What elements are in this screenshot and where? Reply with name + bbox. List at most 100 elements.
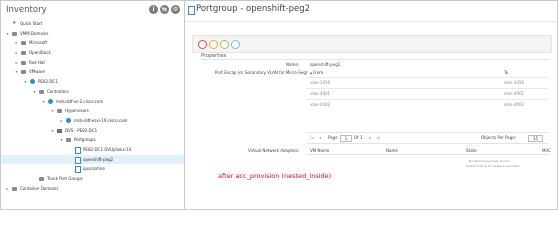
folder-icon — [39, 89, 44, 94]
tree-item-label: Microsoft — [29, 40, 48, 46]
state-column-header[interactable]: State — [466, 148, 477, 153]
page-title: Portgroup - openshift-peg2 — [196, 4, 311, 14]
annotation-text: after acc_provision (nested_inside) — [218, 172, 332, 180]
tree-item[interactable]: ▸ OpenStack — [1, 48, 184, 58]
window: Inventory i ⇆ ⚙ ★ Quick Start ▾ VMM Domains… — [0, 0, 558, 210]
encap-from-cell: vlan-4001 — [310, 91, 331, 96]
vm-name-column-header[interactable]: VM Name — [310, 148, 329, 153]
inventory-tree: ★ Quick Start ▾ VMM Domains ▸ Microsoft ▸ OpenS… — [1, 19, 184, 193]
chevron-right-icon[interactable]: ▸ — [14, 48, 19, 58]
first-page-icon[interactable]: |◂ — [310, 135, 313, 140]
folder-icon — [12, 186, 17, 191]
prev-page-icon[interactable]: ◂ — [319, 135, 321, 140]
name-column-header[interactable]: Name — [386, 148, 398, 153]
tree-item[interactable]: ▾ VMM Domains — [1, 29, 184, 39]
tree-item-label: PE82-DC1-DVUplinks-14 — [83, 146, 132, 152]
tree-item-label: VMware — [29, 69, 45, 75]
folder-icon — [21, 41, 26, 46]
tree-item[interactable]: ▾ PE82-DC1 — [1, 77, 184, 87]
folder-icon — [39, 177, 44, 181]
port-encap-label: Port Encap (or Secondary VLAN for Micro-… — [215, 70, 309, 75]
tree-item[interactable]: ▾ VMware — [1, 67, 184, 77]
tree-item-label: DVS - PE82-DC1 — [65, 127, 98, 133]
name-label: Name: — [286, 62, 300, 67]
encap-to-cell: vlan-3456 — [504, 80, 525, 85]
empty-state-line: Select Actions to create a new item. — [466, 164, 521, 168]
tree-item[interactable]: ▾ Portgroups — [1, 135, 184, 145]
from-column-header[interactable]: ▴ From — [310, 70, 323, 75]
warning-icon[interactable] — [209, 40, 218, 49]
next-page-icon[interactable]: ▸ — [369, 135, 371, 140]
empty-state-line: No items have been found. — [469, 159, 510, 163]
chevron-down-icon[interactable]: ▾ — [59, 135, 64, 145]
tree-item[interactable]: ▸ Red Hat — [1, 58, 184, 68]
properties-divider — [201, 59, 550, 60]
chevron-right-icon[interactable]: ▸ — [59, 116, 64, 126]
tree-item-label: openshift-peg2 — [83, 156, 114, 162]
folder-icon — [57, 109, 62, 114]
tree-item-label: OpenStack — [29, 50, 51, 56]
tree-item[interactable]: openshift-peg2 — [1, 154, 184, 165]
pagination-bar: |◂ ◂ Page 1 Of 1 ▸ ▸| Objects Per Page: … — [306, 132, 548, 144]
chevron-right-icon[interactable]: ▸ — [14, 38, 19, 48]
portgroup-icon — [75, 146, 81, 154]
tree-item-label: Container Domains — [20, 185, 59, 191]
tree-item[interactable]: ★ Quick Start — [1, 19, 184, 29]
info-icon[interactable]: i — [149, 5, 158, 14]
folder-icon — [21, 51, 26, 56]
chevron-down-icon[interactable]: ▾ — [32, 87, 37, 97]
health-icon[interactable] — [220, 40, 229, 49]
chevron-down-icon[interactable]: ▾ — [50, 126, 55, 136]
chevron-right-icon[interactable]: ▸ — [5, 184, 10, 194]
folder-icon — [66, 138, 71, 143]
tree-item[interactable]: ▸ Container Domains — [1, 184, 184, 194]
chevron-down-icon[interactable]: ▾ — [14, 67, 19, 77]
sync-icon[interactable]: ⇆ — [160, 5, 169, 14]
chevron-down-icon[interactable]: ▾ — [23, 77, 28, 87]
tree-item[interactable]: ▾ Hypervisors — [1, 106, 184, 116]
history-icon[interactable] — [231, 40, 240, 49]
chevron-down-icon[interactable]: ▾ — [5, 29, 10, 39]
tree-item-label: Red Hat — [29, 59, 45, 65]
port-encap-table: ▴ From To vlan-3456 vlan-3456 vlan-4001 … — [306, 67, 548, 113]
content-panel: Portgroup - openshift-peg2 Properties Na… — [185, 1, 557, 209]
folder-icon — [12, 31, 17, 36]
inventory-title: Inventory — [6, 5, 47, 15]
portgroup-icon — [75, 166, 81, 174]
star-icon: ★ — [12, 20, 17, 26]
tree-item[interactable]: PE82-DC1-DVUplinks-14 — [1, 145, 184, 155]
tree-item[interactable]: ▾ Controllers — [1, 87, 184, 97]
chevron-down-icon[interactable]: ▾ — [50, 106, 55, 116]
to-column-header[interactable]: To — [504, 70, 508, 75]
tree-item-label: mslu-btf-esxi-19.cisco.com — [74, 117, 128, 123]
page-of-label: Of 1 — [354, 135, 363, 140]
chevron-right-icon[interactable]: ▸ — [14, 58, 19, 68]
mac-column-header[interactable]: MAC — [542, 148, 551, 153]
tree-item[interactable]: ▸ mslu-btf-esxi-19.cisco.com — [1, 116, 184, 126]
tree-item-label: Trunk Port Groups — [47, 176, 83, 181]
gear-icon[interactable]: ⚙ — [171, 5, 180, 14]
tree-item-label: Portgroups — [74, 137, 96, 143]
inventory-panel: Inventory i ⇆ ⚙ ★ Quick Start ▾ VMM Domains… — [1, 1, 185, 209]
tree-item[interactable]: ▸ Microsoft — [1, 38, 184, 48]
action-toolbar — [192, 35, 552, 53]
tree-item-label: PE82-DC1 — [38, 79, 58, 85]
page-input[interactable]: 1 — [340, 135, 352, 142]
objects-per-page-select[interactable]: 15 — [528, 135, 543, 142]
tree-item[interactable]: quarantine — [1, 164, 184, 174]
encap-to-cell: vlan-4002 — [504, 102, 525, 107]
delete-icon[interactable] — [198, 40, 207, 49]
last-page-icon[interactable]: ▸| — [377, 135, 380, 140]
tree-item[interactable]: Trunk Port Groups — [1, 174, 184, 184]
chevron-down-icon[interactable]: ▾ — [41, 97, 46, 107]
portgroup-icon — [188, 6, 195, 15]
tree-item-label: Controllers — [47, 88, 69, 94]
tree-item[interactable]: ▾ DVS - PE82-DC1 — [1, 126, 184, 136]
tree-item-label: VMM Domains — [20, 30, 49, 36]
folder-icon — [21, 60, 26, 65]
tree-item[interactable]: ▾ mslu-btf-vc-2.cisco.com — [1, 97, 184, 107]
tree-item-label: mslu-btf-vc-2.cisco.com — [56, 98, 104, 104]
encap-to-cell: vlan-4001 — [504, 91, 525, 96]
encap-from-cell: vlan-3456 — [310, 80, 331, 85]
page-label: Page — [328, 135, 338, 140]
